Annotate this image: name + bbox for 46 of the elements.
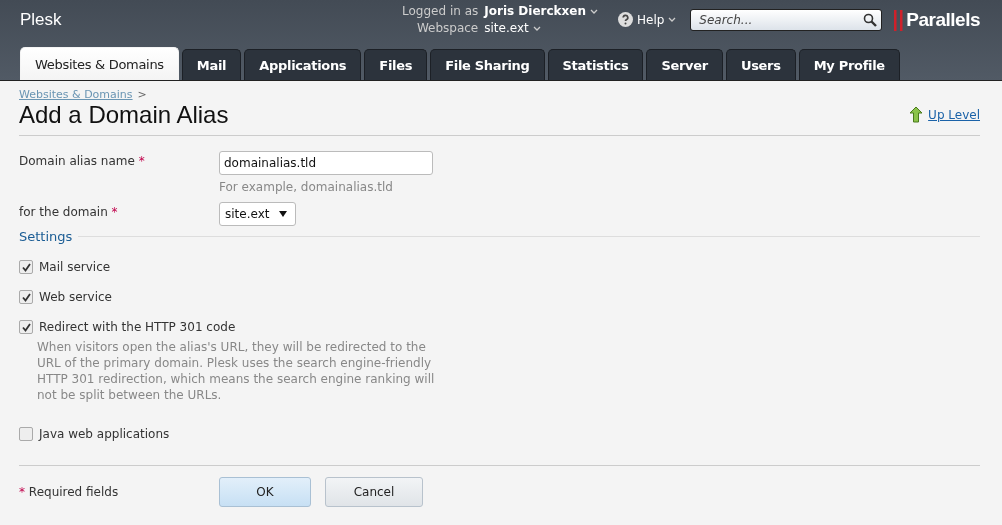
- caret-icon: [668, 17, 677, 22]
- checkbox[interactable]: [19, 320, 33, 334]
- webspace-label: Webspace: [415, 20, 479, 37]
- up-arrow-icon: [909, 107, 924, 123]
- search-field[interactable]: Search...: [690, 9, 883, 31]
- checkbox[interactable]: [19, 427, 33, 441]
- nav-tab[interactable]: Applications: [244, 49, 362, 80]
- field-label: Domain alias name *: [19, 153, 146, 170]
- breadcrumb-separator: >: [137, 88, 147, 101]
- up-level-link[interactable]: Up Level: [928, 108, 980, 122]
- checkbox-label: Web service: [39, 290, 112, 304]
- checkbox-label: Java web applications: [39, 427, 170, 441]
- section-title: Settings: [19, 229, 73, 244]
- help-icon: [617, 12, 633, 27]
- checkbox[interactable]: [19, 260, 33, 274]
- caret-icon: [589, 9, 598, 14]
- domain-alias-input[interactable]: domainalias.tld: [219, 151, 433, 175]
- nav-tab[interactable]: Files: [364, 49, 428, 80]
- option-description: When visitors open the alias's URL, they will be redirected to the URL of the primary domain. Plesk uses the search engine-friendly HTTP 301 redirection, which means the search engine ranking will not be split between the URLs.: [37, 339, 436, 403]
- page-title: Add a Domain Alias: [19, 101, 229, 129]
- domain-select[interactable]: site.ext: [219, 202, 297, 226]
- checkbox-label: Mail service: [39, 260, 111, 274]
- ok-button[interactable]: OK: [219, 477, 311, 507]
- nav-tab[interactable]: Websites & Domains: [20, 47, 179, 80]
- nav-tab[interactable]: Users: [725, 49, 796, 80]
- logo-bars-icon: [894, 9, 904, 31]
- user-menu[interactable]: Joris Dierckxen: [484, 3, 598, 20]
- required-note: * Required fields: [19, 485, 120, 499]
- nav-tab[interactable]: My Profile: [798, 49, 900, 80]
- brand-logo: Parallels: [906, 9, 980, 31]
- field-label: for the domain *: [19, 204, 119, 221]
- caret-icon: [532, 26, 541, 31]
- checkbox-label: Redirect with the HTTP 301 code: [39, 320, 236, 334]
- nav-tab[interactable]: Statistics: [547, 49, 644, 80]
- nav-tab[interactable]: Server: [646, 49, 723, 80]
- cancel-button[interactable]: Cancel: [325, 477, 423, 507]
- nav-tab[interactable]: Mail: [181, 49, 242, 80]
- product-name: Plesk: [20, 10, 63, 30]
- webspace-menu[interactable]: site.ext: [484, 20, 598, 37]
- checkbox[interactable]: [19, 290, 33, 304]
- help-menu[interactable]: Help: [617, 12, 677, 27]
- field-hint: For example, domainalias.tld: [219, 180, 394, 194]
- search-icon: [863, 13, 878, 27]
- logged-in-label: Logged in as: [402, 3, 479, 20]
- nav-tab[interactable]: File Sharing: [430, 49, 545, 80]
- dropdown-arrow-icon: [279, 211, 288, 217]
